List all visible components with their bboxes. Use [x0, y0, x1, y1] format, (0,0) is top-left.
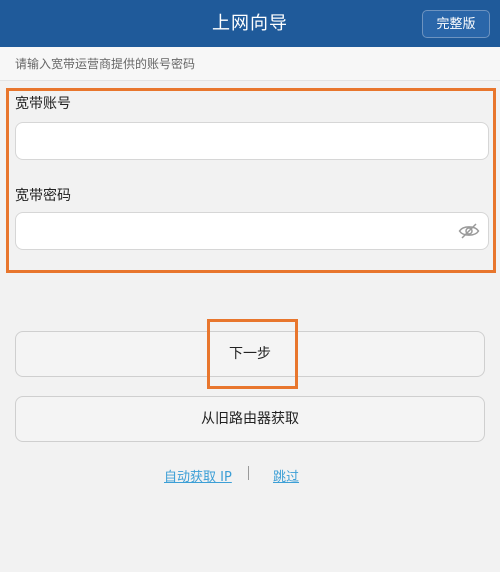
- full-version-button[interactable]: 完整版: [422, 10, 490, 38]
- link-divider: [248, 466, 249, 480]
- hint-text: 请输入宽带运营商提供的账号密码: [15, 57, 196, 71]
- next-step-button[interactable]: 下一步: [15, 331, 485, 377]
- eye-off-icon[interactable]: [458, 222, 480, 240]
- account-input[interactable]: [15, 122, 489, 160]
- account-label: 宽带账号: [15, 96, 71, 112]
- password-label: 宽带密码: [15, 188, 71, 204]
- fetch-from-old-router-button[interactable]: 从旧路由器获取: [15, 396, 485, 442]
- hint-bar: 请输入宽带运营商提供的账号密码: [0, 47, 500, 81]
- auto-ip-link[interactable]: 自动获取 IP: [164, 466, 232, 485]
- password-input[interactable]: [15, 212, 489, 250]
- header-bar: 上网向导 完整版: [0, 0, 500, 47]
- skip-link[interactable]: 跳过: [273, 466, 299, 485]
